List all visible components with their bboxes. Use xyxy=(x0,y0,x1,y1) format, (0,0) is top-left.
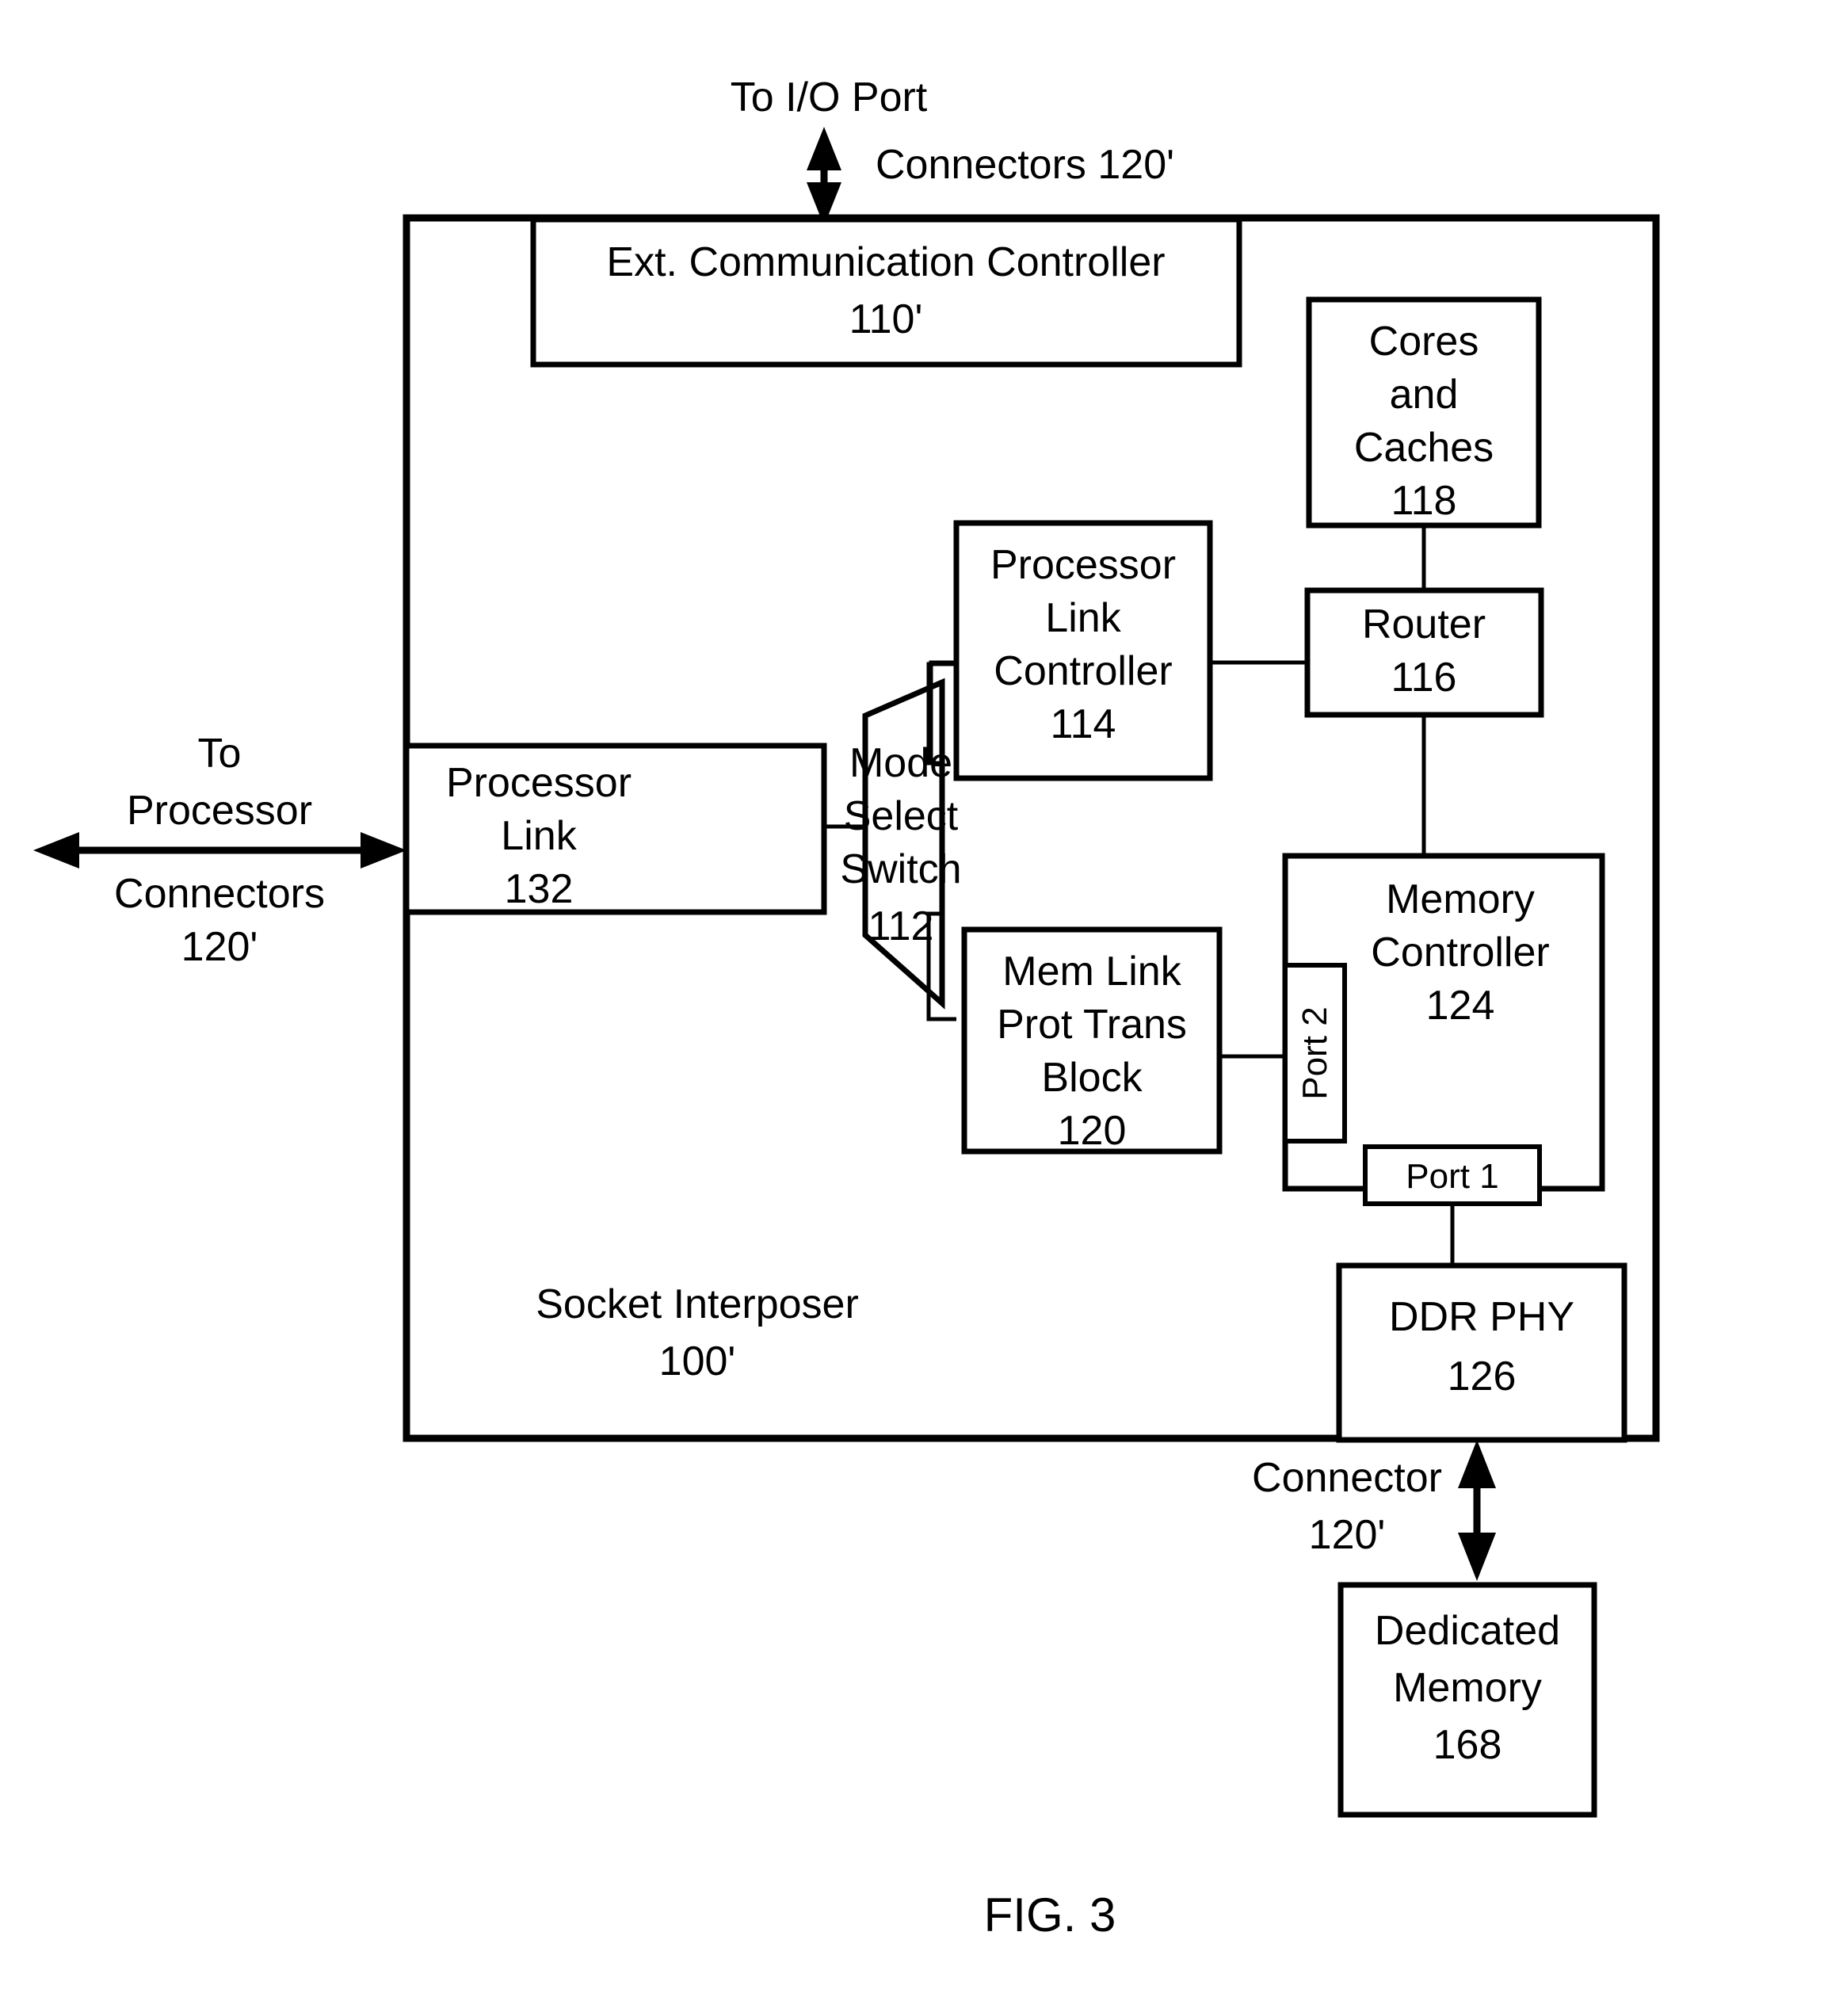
router-line1: Router xyxy=(1362,601,1486,647)
io-port-arrow-head-up xyxy=(807,127,841,170)
mode-select-switch-line4: 112 xyxy=(868,903,934,949)
processor-link-controller-line3: Controller xyxy=(994,648,1172,694)
mem-link-prot-trans-line1: Mem Link xyxy=(1002,949,1181,995)
patent-figure: To I/O Port Connectors 120' Socket Inter… xyxy=(0,0,1843,2016)
to-processor-label-line1: To xyxy=(198,731,242,777)
to-processor-arrow-head-left xyxy=(33,832,79,869)
to-processor-arrow-head-right xyxy=(361,832,406,869)
processor-connector-annotation: To Processor Connectors 120' xyxy=(33,731,406,970)
memory-controller-line3: 124 xyxy=(1426,983,1495,1029)
processor-link-line2: Link xyxy=(501,813,577,859)
memory-controller-port2-label: Port 2 xyxy=(1295,1006,1334,1099)
to-processor-label-line2: Processor xyxy=(127,788,312,834)
mode-select-switch-line3: Switch xyxy=(840,846,961,892)
mem-link-prot-trans-line4: 120 xyxy=(1058,1108,1127,1154)
dedicated-memory-line2: Memory xyxy=(1393,1665,1542,1711)
socket-interposer-label-line1: Socket Interposer xyxy=(536,1281,859,1327)
cores-and-caches-line2: and xyxy=(1390,372,1459,418)
mode-select-switch-line2: Select xyxy=(844,793,959,839)
cores-and-caches-line4: 118 xyxy=(1391,478,1457,524)
block-diagram-canvas: To I/O Port Connectors 120' Socket Inter… xyxy=(33,74,1660,1942)
io-port-connector-annotation: To I/O Port Connectors 120' xyxy=(731,74,1174,226)
memory-connector-label-line1: Connector xyxy=(1252,1455,1442,1501)
processor-link-line1: Processor xyxy=(446,760,632,806)
memory-connector-arrow-head-down xyxy=(1458,1533,1496,1581)
cores-and-caches-line1: Cores xyxy=(1369,319,1479,365)
router-line2: 116 xyxy=(1391,655,1457,701)
processor-link-controller-line2: Link xyxy=(1045,595,1121,641)
memory-connector-label-line2: 120' xyxy=(1309,1512,1386,1558)
memory-controller-line2: Controller xyxy=(1371,930,1549,976)
processor-link-controller-line1: Processor xyxy=(990,542,1176,588)
memory-connector-annotation: Connector 120' xyxy=(1252,1440,1496,1581)
memory-controller-port1-label: Port 1 xyxy=(1406,1157,1498,1196)
to-processor-label-line3: Connectors xyxy=(114,871,325,917)
socket-interposer-label-line2: 100' xyxy=(659,1338,736,1384)
ddr-phy-box[interactable] xyxy=(1336,1262,1627,1443)
figure-caption: FIG. 3 xyxy=(984,1888,1116,1942)
processor-link-line3: 132 xyxy=(505,866,574,912)
to-processor-label-line4: 120' xyxy=(181,924,258,970)
cores-and-caches-line3: Caches xyxy=(1354,425,1494,471)
io-port-label-line2: Connectors 120' xyxy=(876,142,1174,188)
dedicated-memory-line3: 168 xyxy=(1433,1722,1502,1768)
dedicated-memory-line1: Dedicated xyxy=(1375,1608,1560,1654)
io-port-label-line1: To I/O Port xyxy=(731,74,928,120)
memory-controller-line1: Memory xyxy=(1386,876,1535,922)
mem-link-prot-trans-line3: Block xyxy=(1041,1055,1143,1101)
processor-link-controller-line4: 114 xyxy=(1051,701,1116,747)
ddr-phy-line2: 126 xyxy=(1448,1354,1517,1399)
ddr-phy-line1: DDR PHY xyxy=(1389,1294,1574,1340)
memory-connector-arrow-head-up xyxy=(1458,1440,1496,1488)
ext-communication-controller-line2: 110' xyxy=(849,296,923,342)
ext-communication-controller-line1: Ext. Communication Controller xyxy=(606,239,1165,285)
mem-link-prot-trans-line2: Prot Trans xyxy=(997,1002,1187,1048)
